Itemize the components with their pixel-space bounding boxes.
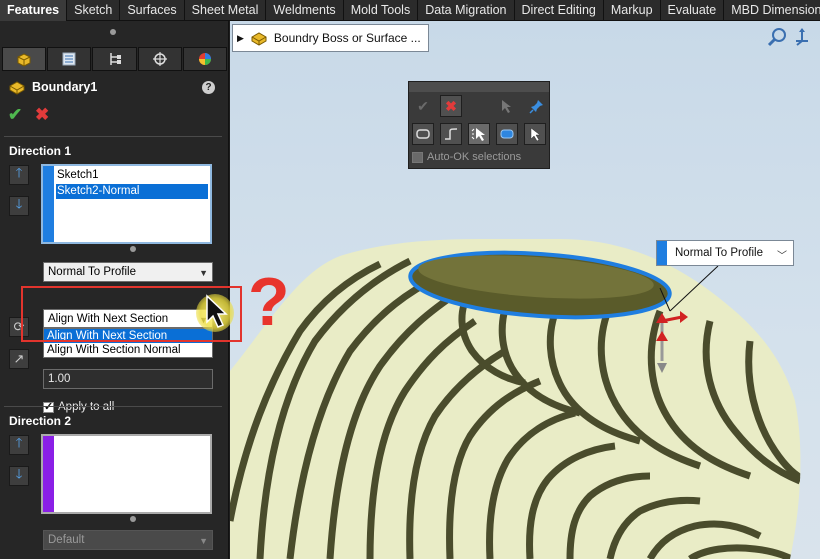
direction1-title: Direction 1 — [9, 144, 72, 158]
closed-loop-icon — [416, 129, 430, 139]
arrow-up-icon: 🡑 — [15, 165, 23, 180]
callout-color-swatch — [657, 241, 667, 265]
tangent-length-button[interactable]: ↗ — [9, 349, 29, 369]
divider — [4, 136, 222, 137]
arrow-up-icon: 🡑 — [15, 435, 23, 450]
panel-grip[interactable] — [110, 29, 116, 35]
tab-mold-tools[interactable]: Mold Tools — [344, 0, 419, 21]
divider — [4, 406, 222, 407]
tab-property-manager[interactable] — [47, 47, 92, 71]
arrow-down-icon: 🡓 — [15, 466, 23, 481]
manager-tabs — [2, 47, 228, 71]
pin-icon — [529, 100, 543, 114]
move-up-button[interactable]: 🡑 — [9, 165, 29, 185]
feature-title: Boundary1 — [8, 79, 97, 95]
select-other-icon — [502, 100, 511, 113]
color-wheel-icon — [198, 53, 211, 65]
graphics-viewport[interactable]: ▶ Boundry Boss or Surface ... ✔ ✖ Auto-O… — [230, 21, 820, 559]
caret-right-icon: ▶ — [237, 32, 244, 43]
tab-sheet-metal[interactable]: Sheet Metal — [185, 0, 267, 21]
toolbar-ok-button[interactable]: ✔ — [412, 95, 434, 117]
chevron-down-icon: ﹀ — [777, 251, 787, 262]
view-orientation-icon[interactable] — [792, 27, 812, 50]
select-other-button[interactable] — [496, 95, 518, 117]
callout-label: Normal To Profile — [675, 247, 763, 259]
tangency-type-select[interactable]: Normal To Profile ▼ — [43, 262, 213, 282]
tab-configuration-manager[interactable] — [92, 47, 137, 71]
list-item[interactable]: Sketch2-Normal — [56, 184, 208, 199]
tab-surfaces[interactable]: Surfaces — [120, 0, 185, 21]
toolbar-cancel-button[interactable]: ✖ — [440, 95, 462, 117]
select-open-loop-button[interactable] — [440, 123, 462, 145]
mouse-pointer-icon — [206, 294, 228, 328]
feature-name: Boundary1 — [32, 80, 98, 94]
tab-data-migration[interactable]: Data Migration — [418, 0, 515, 21]
close-icon: ✖ — [445, 97, 457, 114]
tangency-callout[interactable]: Normal To Profile ﹀ — [656, 240, 794, 266]
zoom-to-fit-icon[interactable] — [767, 27, 787, 50]
command-manager-tabs: Features Sketch Surfaces Sheet Metal Wel… — [0, 0, 820, 21]
direction1-color-bar — [43, 166, 54, 242]
direction1-profiles-list[interactable]: Sketch1 Sketch2-Normal — [41, 164, 212, 244]
select-closed-loop-button[interactable] — [412, 123, 434, 145]
apply-to-all-label: Apply to all — [58, 401, 115, 413]
ok-check-icon[interactable]: ✔ — [8, 105, 22, 125]
apply-to-all-checkbox[interactable] — [43, 400, 54, 413]
list-resize-grip[interactable] — [130, 246, 136, 252]
direction2-title: Direction 2 — [9, 414, 72, 428]
direction2-tangency-value: Default — [48, 534, 85, 546]
tangency-type-value: Normal To Profile — [48, 266, 136, 278]
arrow-down-icon: 🡓 — [15, 196, 23, 211]
part-icon — [17, 53, 31, 67]
auto-ok-checkbox[interactable] — [412, 151, 423, 163]
direction2-profiles-list[interactable] — [41, 434, 212, 514]
auto-ok-row: Auto-OK selections — [412, 151, 521, 163]
auto-ok-label: Auto-OK selections — [427, 151, 522, 163]
tab-mbd-dimensions[interactable]: MBD Dimensions — [724, 0, 820, 21]
property-list-icon — [62, 52, 76, 66]
apply-to-all-row: Apply to all — [43, 400, 115, 413]
move-up-button[interactable]: 🡑 — [9, 435, 29, 455]
boundary-feature-icon — [9, 81, 25, 95]
dropdown-option[interactable]: Align With Section Normal — [44, 343, 212, 357]
selection-toolbar: ✔ ✖ Auto-OK selections — [408, 81, 550, 169]
toolbar-header[interactable] — [409, 82, 549, 92]
select-region-button[interactable] — [496, 123, 518, 145]
select-group-icon — [471, 128, 485, 141]
select-cursor-button[interactable] — [524, 123, 546, 145]
tab-display-manager[interactable] — [182, 47, 228, 71]
tab-weldments[interactable]: Weldments — [266, 0, 344, 21]
pin-button[interactable] — [526, 95, 548, 117]
check-icon: ✔ — [417, 97, 429, 114]
boundary-feature-icon — [251, 32, 267, 46]
feature-breadcrumb[interactable]: ▶ Boundry Boss or Surface ... — [232, 24, 429, 52]
tab-evaluate[interactable]: Evaluate — [661, 0, 725, 21]
configuration-tree-icon — [109, 53, 121, 65]
tab-dimxpert-manager[interactable] — [137, 47, 182, 71]
tab-sketch[interactable]: Sketch — [67, 0, 121, 21]
chevron-down-icon: ▼ — [199, 536, 208, 546]
cancel-x-icon[interactable]: ✖ — [35, 105, 49, 125]
select-group-button[interactable] — [468, 123, 490, 145]
crosshair-icon — [152, 52, 167, 66]
list-item[interactable]: Sketch1 — [56, 168, 208, 183]
move-down-button[interactable]: 🡓 — [9, 196, 29, 216]
tab-features[interactable]: Features — [0, 0, 68, 21]
tangent-length-input[interactable]: 1.00 — [43, 369, 213, 389]
question-mark-annotation: ? — [248, 264, 290, 340]
open-loop-icon — [445, 128, 458, 140]
chevron-down-icon: ▼ — [199, 268, 208, 278]
tab-feature-manager[interactable] — [2, 47, 47, 71]
direction2-color-bar — [43, 436, 54, 512]
tab-markup[interactable]: Markup — [604, 0, 661, 21]
cursor-icon — [530, 127, 541, 142]
direction2-tangency-select[interactable]: Default ▼ — [43, 530, 213, 550]
length-arrow-icon: ↗ — [13, 351, 25, 366]
breadcrumb-label: Boundry Boss or Surface ... — [273, 31, 421, 45]
list-resize-grip[interactable] — [130, 516, 136, 522]
move-down-button[interactable]: 🡓 — [9, 466, 29, 486]
region-icon — [500, 129, 514, 139]
tab-direct-editing[interactable]: Direct Editing — [515, 0, 604, 21]
help-icon[interactable]: ? — [202, 81, 215, 94]
